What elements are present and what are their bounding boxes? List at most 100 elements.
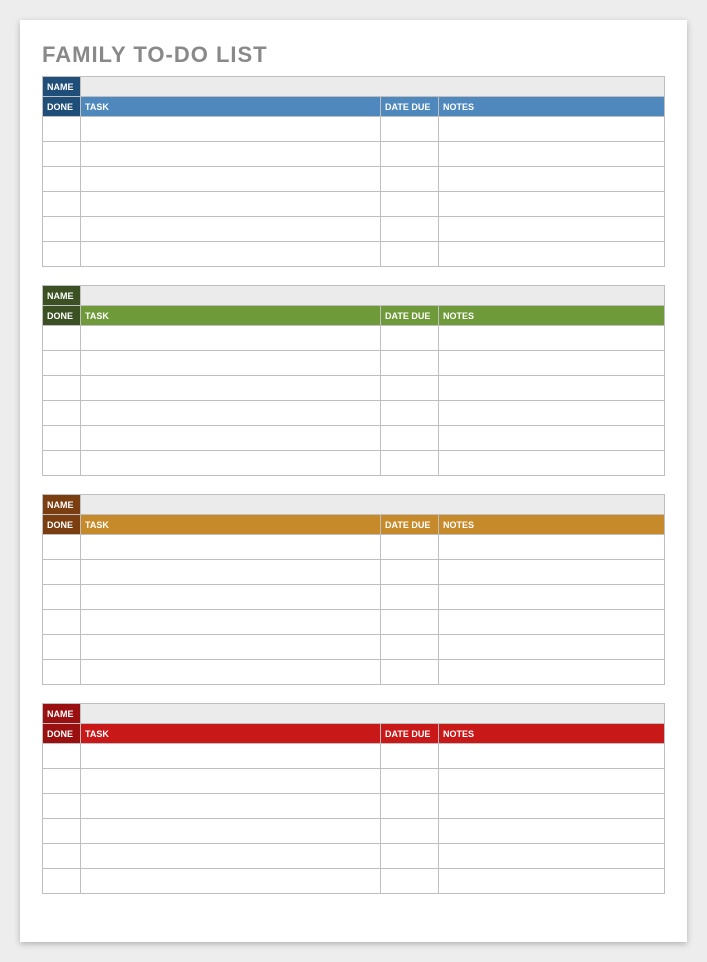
cell-done[interactable]: [43, 401, 81, 426]
cell-notes[interactable]: [439, 192, 665, 217]
cell-task[interactable]: [81, 242, 381, 267]
cell-task[interactable]: [81, 142, 381, 167]
cell-task[interactable]: [81, 560, 381, 585]
name-input[interactable]: [81, 77, 665, 97]
cell-notes[interactable]: [439, 635, 665, 660]
cell-done[interactable]: [43, 635, 81, 660]
cell-task[interactable]: [81, 217, 381, 242]
cell-notes[interactable]: [439, 242, 665, 267]
cell-done[interactable]: [43, 610, 81, 635]
cell-date_due[interactable]: [381, 560, 439, 585]
cell-notes[interactable]: [439, 610, 665, 635]
cell-date_due[interactable]: [381, 819, 439, 844]
cell-notes[interactable]: [439, 869, 665, 894]
cell-notes[interactable]: [439, 451, 665, 476]
cell-done[interactable]: [43, 535, 81, 560]
cell-notes[interactable]: [439, 401, 665, 426]
cell-done[interactable]: [43, 217, 81, 242]
cell-notes[interactable]: [439, 426, 665, 451]
cell-task[interactable]: [81, 451, 381, 476]
cell-date_due[interactable]: [381, 167, 439, 192]
cell-task[interactable]: [81, 376, 381, 401]
cell-done[interactable]: [43, 117, 81, 142]
cell-done[interactable]: [43, 142, 81, 167]
cell-done[interactable]: [43, 451, 81, 476]
cell-notes[interactable]: [439, 844, 665, 869]
cell-task[interactable]: [81, 535, 381, 560]
cell-task[interactable]: [81, 117, 381, 142]
cell-task[interactable]: [81, 769, 381, 794]
cell-date_due[interactable]: [381, 769, 439, 794]
cell-done[interactable]: [43, 242, 81, 267]
cell-notes[interactable]: [439, 769, 665, 794]
cell-date_due[interactable]: [381, 217, 439, 242]
cell-date_due[interactable]: [381, 635, 439, 660]
cell-date_due[interactable]: [381, 192, 439, 217]
cell-done[interactable]: [43, 167, 81, 192]
cell-notes[interactable]: [439, 560, 665, 585]
cell-notes[interactable]: [439, 744, 665, 769]
cell-date_due[interactable]: [381, 401, 439, 426]
cell-done[interactable]: [43, 426, 81, 451]
cell-notes[interactable]: [439, 351, 665, 376]
cell-date_due[interactable]: [381, 869, 439, 894]
cell-done[interactable]: [43, 869, 81, 894]
name-input[interactable]: [81, 704, 665, 724]
cell-task[interactable]: [81, 744, 381, 769]
cell-task[interactable]: [81, 585, 381, 610]
cell-notes[interactable]: [439, 819, 665, 844]
cell-task[interactable]: [81, 819, 381, 844]
cell-date_due[interactable]: [381, 585, 439, 610]
cell-task[interactable]: [81, 426, 381, 451]
cell-date_due[interactable]: [381, 660, 439, 685]
cell-task[interactable]: [81, 794, 381, 819]
cell-task[interactable]: [81, 844, 381, 869]
cell-done[interactable]: [43, 585, 81, 610]
cell-notes[interactable]: [439, 217, 665, 242]
cell-task[interactable]: [81, 660, 381, 685]
cell-date_due[interactable]: [381, 535, 439, 560]
cell-notes[interactable]: [439, 535, 665, 560]
cell-task[interactable]: [81, 192, 381, 217]
cell-task[interactable]: [81, 167, 381, 192]
cell-task[interactable]: [81, 610, 381, 635]
name-input[interactable]: [81, 495, 665, 515]
cell-done[interactable]: [43, 192, 81, 217]
cell-date_due[interactable]: [381, 844, 439, 869]
cell-done[interactable]: [43, 351, 81, 376]
cell-date_due[interactable]: [381, 744, 439, 769]
cell-task[interactable]: [81, 869, 381, 894]
cell-task[interactable]: [81, 635, 381, 660]
cell-task[interactable]: [81, 401, 381, 426]
cell-date_due[interactable]: [381, 117, 439, 142]
cell-date_due[interactable]: [381, 142, 439, 167]
cell-done[interactable]: [43, 560, 81, 585]
cell-notes[interactable]: [439, 326, 665, 351]
cell-done[interactable]: [43, 819, 81, 844]
cell-task[interactable]: [81, 351, 381, 376]
cell-notes[interactable]: [439, 585, 665, 610]
cell-date_due[interactable]: [381, 794, 439, 819]
cell-notes[interactable]: [439, 794, 665, 819]
cell-date_due[interactable]: [381, 610, 439, 635]
cell-date_due[interactable]: [381, 242, 439, 267]
cell-task[interactable]: [81, 326, 381, 351]
name-input[interactable]: [81, 286, 665, 306]
cell-done[interactable]: [43, 744, 81, 769]
cell-done[interactable]: [43, 769, 81, 794]
cell-done[interactable]: [43, 794, 81, 819]
cell-date_due[interactable]: [381, 451, 439, 476]
cell-done[interactable]: [43, 844, 81, 869]
cell-notes[interactable]: [439, 142, 665, 167]
cell-date_due[interactable]: [381, 326, 439, 351]
cell-done[interactable]: [43, 326, 81, 351]
cell-notes[interactable]: [439, 117, 665, 142]
cell-date_due[interactable]: [381, 426, 439, 451]
cell-done[interactable]: [43, 660, 81, 685]
cell-done[interactable]: [43, 376, 81, 401]
cell-date_due[interactable]: [381, 376, 439, 401]
cell-notes[interactable]: [439, 167, 665, 192]
cell-notes[interactable]: [439, 660, 665, 685]
cell-notes[interactable]: [439, 376, 665, 401]
cell-date_due[interactable]: [381, 351, 439, 376]
